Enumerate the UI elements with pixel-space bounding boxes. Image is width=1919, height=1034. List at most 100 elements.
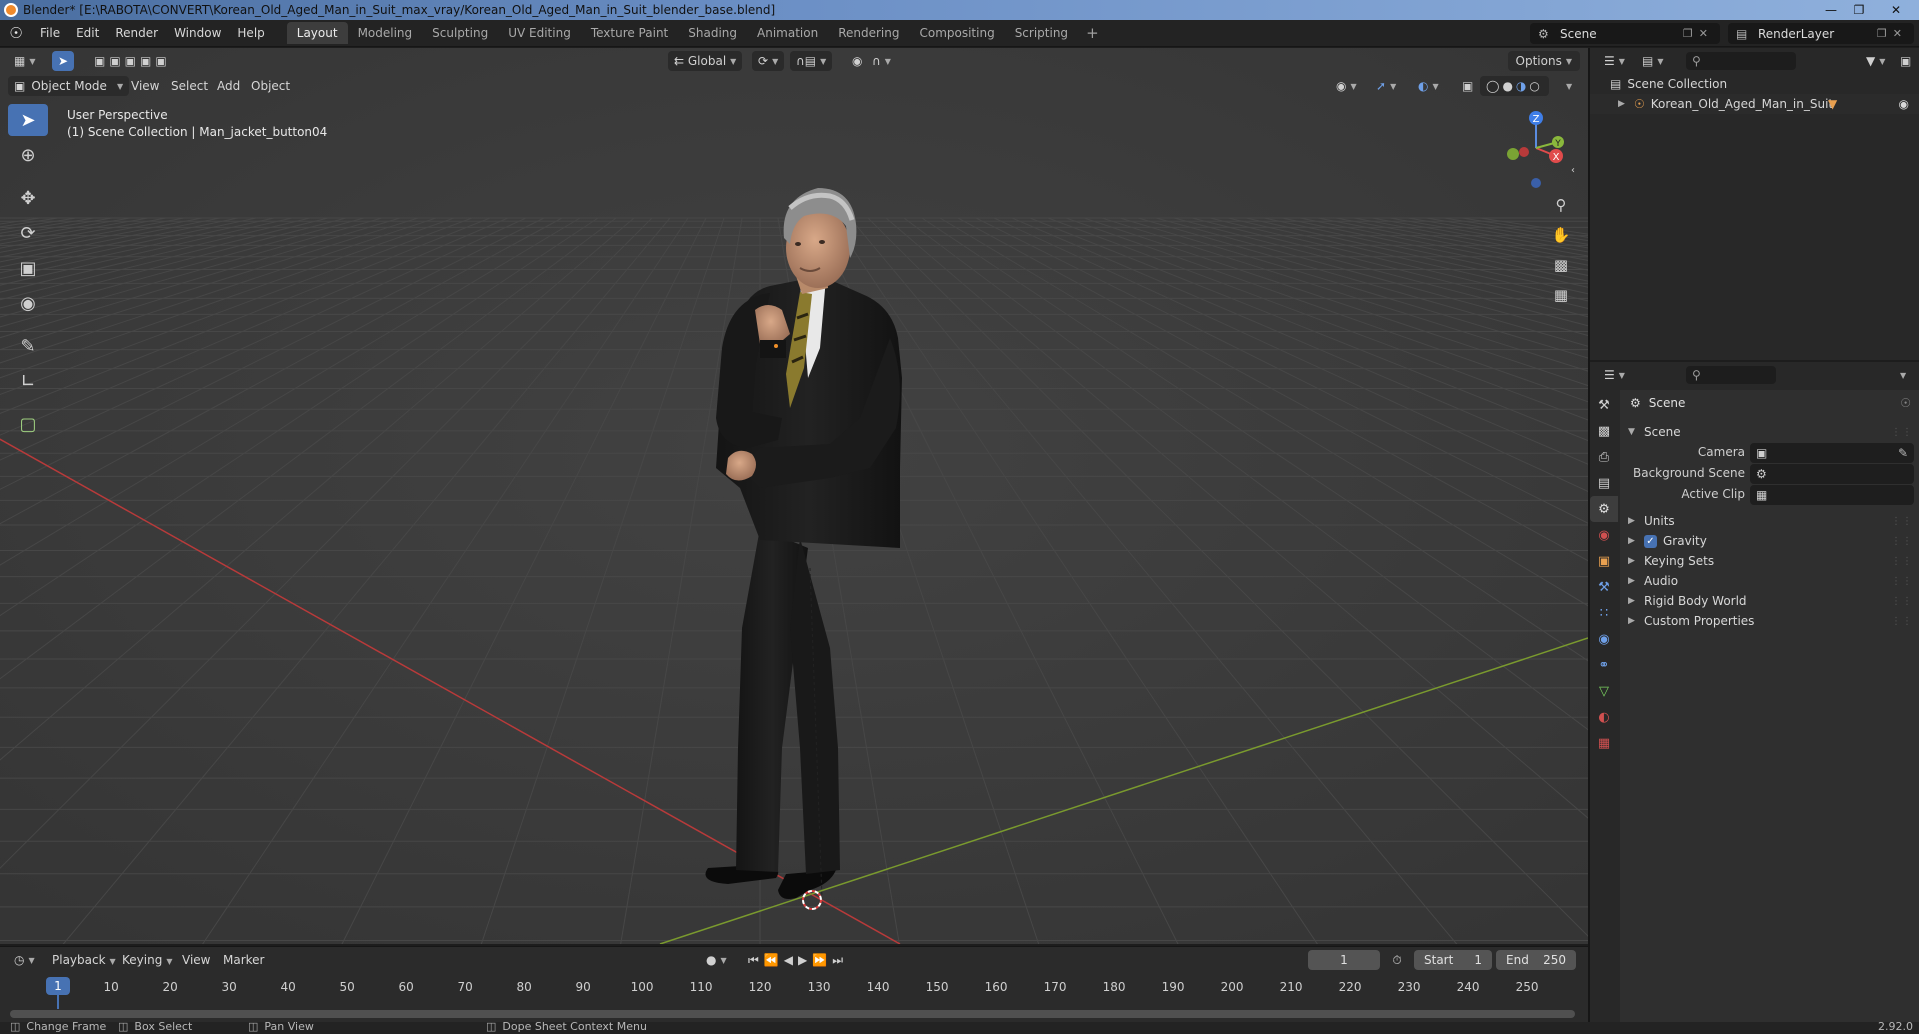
play-reverse-icon[interactable]: ◀ — [784, 953, 798, 967]
measure-tool-icon[interactable]: ∟ — [8, 365, 48, 397]
tab-uv-editing[interactable]: UV Editing — [498, 22, 581, 44]
drag-handle-icon[interactable]: ⋮⋮ — [1891, 516, 1913, 527]
playhead-line[interactable] — [57, 995, 59, 1009]
drag-handle-icon[interactable]: ⋮⋮ — [1891, 556, 1913, 567]
maximize-icon[interactable]: ❐ — [1845, 0, 1873, 20]
outliner-item[interactable]: ▶ ☉ Korean_Old_Aged_Man_in_Suit ▼ ◉ — [1590, 94, 1919, 114]
playback-controls[interactable]: ⏮ ⏪ ◀ ▶ ⏩ ⏭ — [742, 950, 854, 970]
viewport-menu-object[interactable]: Object — [251, 76, 290, 96]
shading-mode-buttons[interactable]: ◯ ● ◑ ○ — [1480, 76, 1549, 96]
panel-custom-properties[interactable]: ▶ Custom Properties ⋮⋮ — [1620, 610, 1919, 632]
pan-hand-icon[interactable]: ✋ — [1547, 221, 1575, 249]
options-dropdown[interactable]: Options ▼ — [1507, 51, 1580, 71]
record-icon[interactable]: ● ▼ — [700, 950, 733, 970]
editor-type-icon[interactable]: ▦ ▼ — [8, 51, 42, 71]
annotate-tool-icon[interactable]: ✎ — [8, 330, 48, 362]
tool-tab-icon[interactable]: ⚒ — [1590, 392, 1618, 418]
add-cube-tool-icon[interactable]: ▢ — [8, 408, 48, 440]
data-tab-icon[interactable]: ▽ — [1590, 678, 1618, 704]
timeline-menu-playback[interactable]: Playback ▼ — [52, 950, 116, 970]
select-tool-icon[interactable]: ➤ — [52, 51, 74, 71]
constraints-tab-icon[interactable]: ⚭ — [1590, 652, 1618, 678]
world-tab-icon[interactable]: ◉ — [1590, 522, 1618, 548]
tab-sculpting[interactable]: Sculpting — [422, 22, 498, 44]
tab-scripting[interactable]: Scripting — [1005, 22, 1078, 44]
outliner-search-input[interactable]: ⚲ — [1686, 52, 1796, 70]
tab-layout[interactable]: Layout — [286, 22, 348, 44]
expand-arrow-icon[interactable]: ▶ — [1618, 99, 1628, 109]
filter-icon[interactable]: ▼ ▼ — [1860, 51, 1891, 71]
tab-texture-paint[interactable]: Texture Paint — [581, 22, 678, 44]
outliner-scene-collection[interactable]: ▤ Scene Collection — [1590, 74, 1919, 94]
timeline-editor[interactable]: ◷ ▼ Playback ▼ Keying ▼ View Marker ● ▼ ⏮ ⏪ ◀ ▶… — [0, 946, 1588, 1022]
wireframe-shading-icon[interactable]: ◯ — [1486, 79, 1502, 93]
properties-options-icon[interactable]: ▼ — [1890, 365, 1912, 385]
stopwatch-icon[interactable]: ⏱ — [1386, 950, 1408, 970]
outliner-editor-type-icon[interactable]: ☰ ▼ — [1598, 51, 1631, 71]
current-frame-field[interactable]: 1 — [1308, 950, 1380, 970]
next-keyframe-icon[interactable]: ⏩ — [812, 953, 832, 967]
viewport-menu-view[interactable]: View — [131, 76, 159, 96]
renderlayer-buttons[interactable]: ❐✕ — [1877, 27, 1908, 40]
render-tab-icon[interactable]: ▩ — [1590, 418, 1618, 444]
menu-help[interactable]: Help — [229, 20, 272, 47]
tab-animation[interactable]: Animation — [747, 22, 828, 44]
visibility-eye-icon[interactable]: ◉ ▼ — [1330, 76, 1363, 96]
renderlayer-selector[interactable]: ▤ RenderLayer ❐✕ — [1728, 23, 1914, 44]
properties-search-input[interactable]: ⚲ — [1686, 366, 1776, 384]
timeline-scrollbar[interactable] — [10, 1010, 1575, 1018]
shading-options-icon[interactable]: ▼ — [1556, 76, 1578, 96]
particles-tab-icon[interactable]: ∷ — [1590, 600, 1618, 626]
scene-selector[interactable]: ⚙ Scene ❐✕ — [1530, 23, 1720, 44]
zoom-icon[interactable]: ⚲ — [1547, 191, 1575, 219]
timeline-menu-keying[interactable]: Keying ▼ — [122, 950, 172, 970]
camera-view-icon[interactable]: ▩ — [1547, 251, 1575, 279]
camera-field[interactable]: ▣ ✎ — [1750, 443, 1914, 463]
drag-handle-icon[interactable]: ⋮⋮ — [1891, 536, 1913, 547]
tab-compositing[interactable]: Compositing — [909, 22, 1004, 44]
menu-file[interactable]: File — [32, 20, 68, 47]
gizmo-toggle-icon[interactable]: ➚ ▼ — [1370, 76, 1402, 96]
menu-window[interactable]: Window — [166, 20, 229, 47]
navigation-gizmo[interactable]: Z X Y — [1480, 108, 1580, 188]
background-scene-field[interactable]: ⚙ — [1750, 464, 1914, 484]
overlays-toggle-icon[interactable]: ◐ ▼ — [1412, 76, 1445, 96]
material-preview-icon[interactable]: ◑ — [1516, 79, 1529, 93]
ortho-grid-icon[interactable]: ▦ — [1547, 281, 1575, 309]
play-icon[interactable]: ▶ — [798, 953, 812, 967]
end-frame-field[interactable]: End 250 — [1496, 950, 1576, 970]
prev-keyframe-icon[interactable]: ⏪ — [764, 953, 784, 967]
panel-rigid-body-world[interactable]: ▶ Rigid Body World ⋮⋮ — [1620, 590, 1919, 612]
jump-start-icon[interactable]: ⏮ — [748, 953, 764, 968]
outliner-editor[interactable]: ☰ ▼ ▤ ▼ ⚲ ▼ ▼ ▣ ▤ Scene Collection ▶ ☉ Kore… — [1590, 48, 1919, 360]
select-mode-icons[interactable]: ▣▣▣▣▣ — [88, 51, 177, 71]
tab-rendering[interactable]: Rendering — [828, 22, 909, 44]
drag-handle-icon[interactable]: ⋮⋮ — [1891, 427, 1913, 438]
eyedropper-icon[interactable]: ✎ — [1898, 446, 1908, 460]
jump-end-icon[interactable]: ⏭ — [832, 953, 848, 968]
falloff-icon[interactable]: ∩ ▼ — [866, 51, 897, 71]
transform-orientation-dropdown[interactable]: ⇇ Global ▼ — [668, 51, 743, 71]
scale-tool-icon[interactable]: ▣ — [8, 252, 48, 284]
move-tool-icon[interactable]: ✥ — [8, 182, 48, 214]
timeline-editor-type-icon[interactable]: ◷ ▼ — [8, 950, 41, 970]
tab-shading[interactable]: Shading — [678, 22, 747, 44]
xray-toggle-icon[interactable]: ▣ — [1456, 76, 1479, 96]
sidebar-toggle-icon[interactable]: ‹ — [1566, 156, 1580, 184]
drag-handle-icon[interactable]: ⋮⋮ — [1891, 616, 1913, 627]
object-mode-dropdown[interactable]: ▣ Object Mode ▼ — [8, 76, 130, 96]
blender-logo-icon[interactable]: ☉ — [0, 20, 32, 47]
pivot-point-icon[interactable]: ⟳ ▼ — [752, 51, 785, 71]
material-tab-icon[interactable]: ◐ — [1590, 704, 1618, 730]
3d-viewport[interactable]: ▦ ▼ ➤ ▣▣▣▣▣ ⇇ Global ▼ ⟳ ▼ ∩▤ ▼ ◉ ∩ ▼ Option… — [0, 48, 1588, 944]
rendered-shading-icon[interactable]: ○ — [1529, 79, 1542, 93]
timeline-menu-marker[interactable]: Marker — [223, 950, 264, 970]
active-clip-field[interactable]: ▦ — [1750, 485, 1914, 505]
transform-tool-icon[interactable]: ◉ — [8, 287, 48, 319]
properties-editor[interactable]: ☰ ▼ ⚲ ▼ ⚒ ▩ ⎙ ▤ ⚙ ◉ ▣ ⚒ ∷ ◉ ⚭ ▽ ◐ ▦ ⚙ Sce… — [1590, 362, 1919, 1022]
timeline-menu-view[interactable]: View — [182, 950, 210, 970]
new-collection-icon[interactable]: ▣ — [1894, 51, 1917, 71]
panel-audio[interactable]: ▶ Audio ⋮⋮ — [1620, 570, 1919, 592]
modifier-tab-icon[interactable]: ⚒ — [1590, 574, 1618, 600]
output-tab-icon[interactable]: ⎙ — [1590, 444, 1618, 470]
